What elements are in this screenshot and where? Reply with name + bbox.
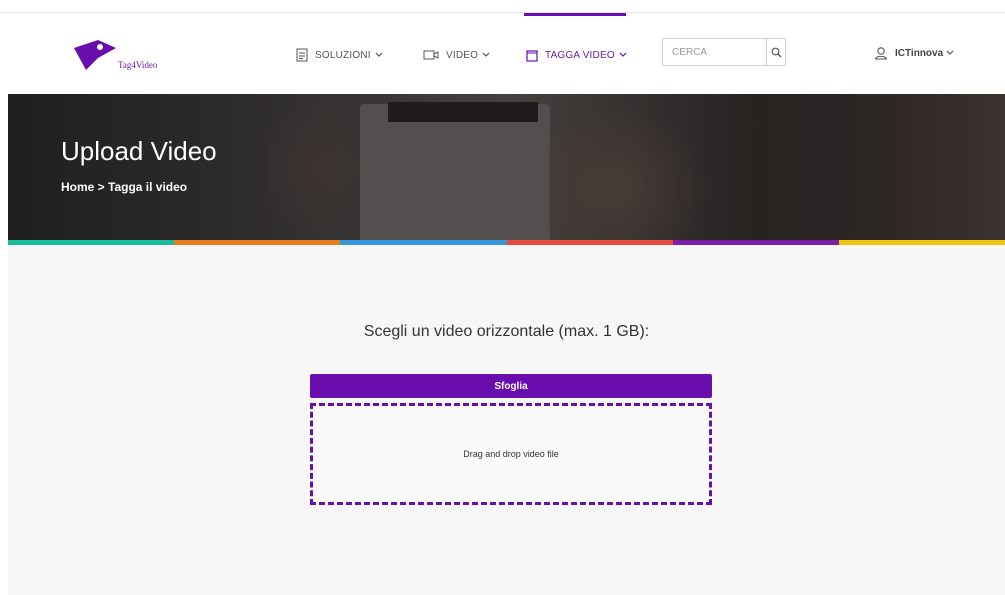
- brand-name: Tag4Video: [118, 60, 158, 70]
- search-button[interactable]: [766, 39, 785, 65]
- user-icon: [874, 46, 888, 60]
- upload-section: Scegli un video orizzontale (max. 1 GB):…: [8, 245, 1005, 595]
- page-title: Upload Video: [61, 136, 217, 166]
- nav-video[interactable]: VIDEO: [423, 45, 490, 65]
- upload-prompt: Scegli un video orizzontale (max. 1 GB):: [363, 323, 650, 340]
- nav-tagga-video-label: TAGGA VIDEO: [545, 49, 615, 61]
- user-name: ICTinnova: [895, 47, 944, 59]
- nav-tagga-video[interactable]: TAGGA VIDEO: [526, 45, 627, 65]
- chevron-down-icon: [375, 52, 383, 58]
- clipboard-icon: [526, 49, 538, 62]
- breadcrumb[interactable]: Home > Tagga il video: [61, 180, 187, 194]
- browse-button[interactable]: Sfoglia: [310, 374, 712, 398]
- chevron-down-icon: [619, 52, 627, 58]
- chevron-down-icon: [482, 52, 490, 58]
- document-icon: [296, 48, 308, 62]
- search-input[interactable]: [663, 39, 766, 65]
- dropzone[interactable]: Drag and drop video file: [310, 403, 712, 505]
- tag-logo-icon: [74, 40, 116, 70]
- chevron-down-icon: [946, 50, 954, 56]
- nav-video-label: VIDEO: [446, 49, 479, 61]
- hero-overlay: [8, 94, 1005, 240]
- hero-banner: Upload Video Home > Tagga il video: [8, 94, 1005, 240]
- search-box: [662, 38, 786, 66]
- search-icon: [771, 47, 781, 57]
- video-camera-icon: [423, 49, 439, 61]
- dropzone-text: Drag and drop video file: [463, 449, 559, 459]
- user-menu[interactable]: ICTinnova: [874, 46, 954, 60]
- site-header: Tag4Video SOLUZIONI VIDEO TAGGA VIDEO IC…: [0, 13, 1005, 94]
- nav-soluzioni-label: SOLUZIONI: [315, 49, 371, 61]
- nav-active-indicator: [524, 13, 626, 16]
- nav-soluzioni[interactable]: SOLUZIONI: [296, 45, 383, 65]
- brand-logo[interactable]: Tag4Video: [72, 38, 172, 78]
